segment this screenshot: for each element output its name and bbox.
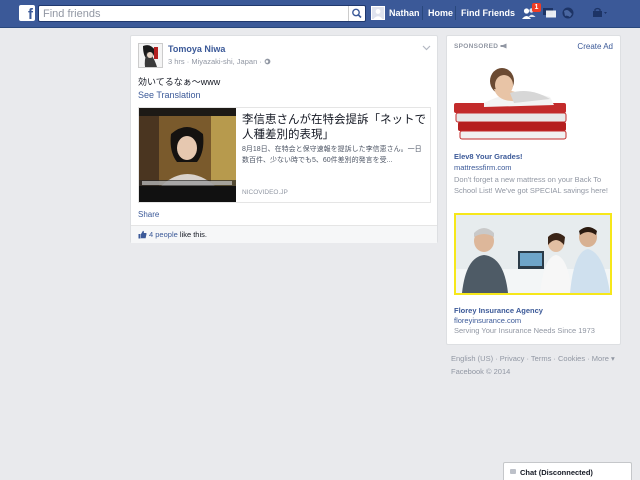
author-name-link[interactable]: Tomoya Niwa (168, 44, 225, 54)
timestamp-link[interactable]: 3 hrs (168, 57, 185, 66)
sponsored-ads-box: SPONSORED Create Ad Elev8 Your Grades! m… (446, 35, 621, 345)
footer-more-link[interactable]: More ▾ (592, 354, 615, 363)
user-avatar[interactable] (371, 6, 385, 20)
footer-links: English (US) · Privacy · Terms · Cookies… (451, 352, 621, 365)
ad-insurance-picture (456, 215, 610, 293)
footer-more-text: More (591, 354, 609, 363)
caret-down-icon: ▾ (608, 354, 615, 363)
shared-link-attachment[interactable]: 李信恵さんが在特会提訴「ネットで人種差別的表現」 8月18日、在特会と保守速報を… (138, 107, 431, 203)
shared-video-thumbnail[interactable] (139, 108, 236, 202)
ad-insurance-image[interactable] (454, 213, 612, 295)
likes-suffix: like this. (177, 230, 207, 239)
messages-button[interactable] (542, 6, 558, 20)
search-icon (352, 8, 362, 19)
chat-bubble-icon (510, 469, 516, 474)
feed-story: Tomoya Niwa 3 hrs · Miyazaki-shi, Japan … (130, 35, 438, 243)
top-navigation-bar: f Nathan Home Find Friends 1 (0, 0, 640, 28)
chat-sidebar-tab[interactable]: Chat (Disconnected) (503, 462, 632, 480)
chat-status-label: Chat (Disconnected) (520, 468, 593, 477)
nav-divider (422, 6, 423, 20)
user-silhouette-icon (373, 9, 383, 19)
notifications-button[interactable] (561, 6, 577, 20)
like-thumb-icon (138, 230, 147, 239)
friend-requests-badge: 1 (532, 3, 541, 12)
see-translation-link[interactable]: See Translation (138, 90, 201, 100)
meta-separator: · (186, 57, 190, 66)
ad-mattress-picture (454, 59, 572, 145)
story-meta: 3 hrs · Miyazaki-shi, Japan · (168, 57, 271, 66)
likes-people-link[interactable]: 4 people (149, 230, 178, 239)
notifications-globe-icon (562, 7, 574, 19)
ad-title-link[interactable]: Elev8 Your Grades! (454, 152, 523, 161)
footer-separator: · (585, 354, 592, 363)
audience-globe-icon[interactable] (264, 58, 271, 65)
page-footer: English (US) · Privacy · Terms · Cookies… (451, 352, 621, 378)
shared-link-title[interactable]: 李信恵さんが在特会提訴「ネットで人種差別的表現」 (242, 113, 427, 143)
footer-privacy-link[interactable]: Privacy (500, 354, 525, 363)
ad-mattress-image[interactable] (454, 59, 572, 145)
sponsored-label: SPONSORED (454, 43, 508, 50)
facebook-logo[interactable]: f (19, 5, 35, 23)
author-avatar-image (139, 44, 162, 67)
footer-separator: · (551, 354, 558, 363)
facebook-logo-letter: f (28, 6, 33, 23)
megaphone-icon (500, 43, 507, 49)
footer-terms-link[interactable]: Terms (531, 354, 551, 363)
footer-separator: · (493, 354, 500, 363)
home-link[interactable]: Home (428, 8, 453, 18)
privacy-shortcuts-icon (593, 7, 607, 17)
search-box (38, 5, 366, 22)
share-button[interactable]: Share (138, 210, 159, 219)
footer-language-link[interactable]: English (US) (451, 354, 493, 363)
ad-body-text[interactable]: Don't forget a new mattress on your Back… (454, 174, 616, 196)
video-thumbnail-image (139, 108, 236, 202)
author-avatar[interactable] (138, 43, 163, 68)
search-button[interactable] (348, 6, 365, 21)
likes-summary: 4 people like this. (149, 230, 207, 239)
ad-domain-link[interactable]: mattressfirm.com (454, 163, 512, 172)
footer-copyright: Facebook © 2014 (451, 367, 511, 376)
create-ad-link[interactable]: Create Ad (577, 42, 613, 51)
shared-link-description: 8月18日、在特会と保守速報を提訴した李信恵さん。一日数百件、少ない時でも5、6… (242, 146, 422, 164)
story-options-chevron-icon[interactable] (422, 45, 431, 51)
meta-separator: · (259, 57, 262, 66)
location-link[interactable]: Miyazaki-shi, Japan (191, 57, 257, 66)
likes-bar: 4 people like this. (131, 225, 437, 243)
status-text: 効いてるなぁ〜www (138, 77, 221, 87)
ad-title-link[interactable]: Florey Insurance Agency (454, 306, 543, 315)
nav-divider (455, 6, 456, 20)
shared-link-domain: NICOVIDEO.JP (242, 189, 288, 196)
footer-cookies-link[interactable]: Cookies (558, 354, 585, 363)
sponsored-text: SPONSORED (454, 43, 499, 50)
ad-domain-link[interactable]: floreyinsurance.com (454, 316, 521, 325)
find-friends-link[interactable]: Find Friends (461, 8, 515, 18)
ad-body-text[interactable]: Serving Your Insurance Needs Since 1973 (454, 325, 616, 336)
search-input[interactable] (39, 6, 343, 21)
profile-link[interactable]: Nathan (389, 8, 420, 18)
messages-icon (543, 8, 556, 18)
privacy-shortcuts-button[interactable] (590, 6, 607, 20)
